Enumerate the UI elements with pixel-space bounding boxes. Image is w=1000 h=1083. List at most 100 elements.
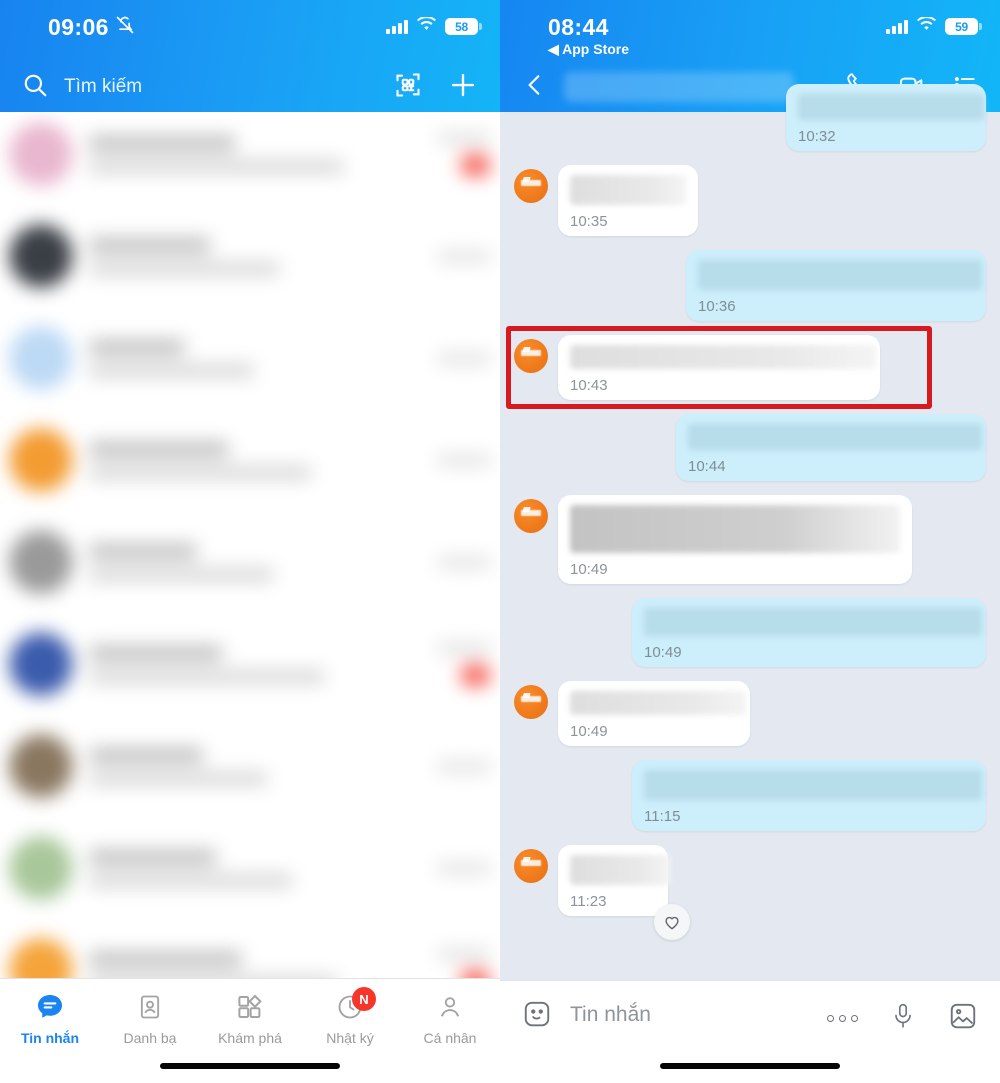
outgoing-message[interactable]: 10:49 — [514, 598, 986, 667]
contact-card-icon — [136, 990, 164, 1024]
conversation-name — [88, 951, 242, 967]
outgoing-message[interactable]: 11:15 — [514, 760, 986, 831]
message-text — [688, 424, 982, 450]
message-bubble[interactable]: 10:35 — [558, 165, 698, 236]
message-text — [698, 260, 982, 290]
message-timestamp: 11:15 — [644, 808, 681, 825]
outgoing-message[interactable]: 10:32 — [514, 84, 986, 151]
message-timestamp: 10:49 — [570, 723, 608, 740]
search-icon[interactable] — [22, 72, 48, 103]
conversation-name — [88, 747, 204, 763]
avatar — [9, 632, 73, 696]
conversation-row[interactable] — [0, 715, 500, 817]
message-bubble[interactable]: 11:23 — [558, 845, 690, 940]
conversation-meta — [423, 352, 491, 364]
tab-label: Khám phá — [218, 1030, 282, 1046]
conversation-text — [88, 849, 407, 887]
cellular-signal-icon — [386, 19, 408, 34]
message-timestamp: 10:32 — [798, 128, 836, 145]
conversation-timestamp — [437, 642, 491, 654]
message-text — [644, 608, 982, 636]
conversation-row[interactable] — [0, 613, 500, 715]
incoming-message[interactable]: 10:43 — [514, 335, 986, 400]
incoming-message[interactable]: 10:35 — [514, 165, 986, 236]
message-bubble[interactable]: 10:36 — [686, 250, 986, 321]
conversation-meta — [423, 760, 491, 772]
clock-icon: N — [336, 987, 376, 1024]
message-text — [570, 505, 900, 553]
conversation-meta — [423, 642, 491, 686]
tab-ca-nhan[interactable]: Cá nhân — [400, 990, 500, 1046]
emoji-face-icon[interactable] — [522, 999, 552, 1034]
conversation-meta — [423, 948, 491, 978]
tab-danh-ba[interactable]: Danh bạ — [100, 990, 200, 1046]
conversation-text — [88, 951, 407, 978]
message-bubble[interactable]: 10:32 — [786, 84, 986, 151]
conversation-preview — [88, 363, 255, 377]
wifi-icon — [917, 16, 936, 36]
conversation-timestamp — [437, 556, 491, 568]
conversation-row[interactable] — [0, 817, 500, 919]
conversation-row[interactable] — [0, 112, 500, 205]
avatar — [514, 169, 548, 203]
avatar — [514, 499, 548, 533]
conversation-list[interactable] — [0, 112, 500, 978]
chat-bubble-icon — [34, 990, 66, 1024]
dual-screenshot-container: 09:06 58 Tìm kiếm Tin nhắn Danh bạ Khám … — [0, 0, 1000, 1083]
conversation-row[interactable] — [0, 919, 500, 978]
conversation-name — [88, 135, 236, 151]
message-thread[interactable]: 10:32 10:35 10:36 10:43 10:44 10:49 10:49 10:49… — [500, 84, 1000, 980]
conversation-timestamp — [437, 132, 491, 144]
avatar — [514, 339, 548, 373]
tab-nhat-ky[interactable]: N Nhật ký — [300, 987, 400, 1046]
message-bubble[interactable]: 11:15 — [632, 760, 986, 831]
message-bubble[interactable]: 10:49 — [558, 495, 912, 584]
tab-label: Nhật ký — [326, 1030, 374, 1046]
outgoing-message[interactable]: 10:36 — [514, 250, 986, 321]
conversation-preview — [88, 567, 274, 581]
home-indicator — [160, 1063, 340, 1069]
message-bubble[interactable]: 10:49 — [558, 681, 750, 746]
more-dots-icon[interactable] — [827, 1015, 858, 1022]
message-input-bar[interactable]: Tin nhắn — [500, 980, 1000, 1083]
incoming-message[interactable]: 11:23 — [514, 845, 986, 940]
heart-icon[interactable] — [654, 904, 690, 940]
conversation-row[interactable] — [0, 511, 500, 613]
message-bubble[interactable]: 10:44 — [676, 414, 986, 481]
home-indicator — [660, 1063, 840, 1069]
battery-level: 59 — [955, 19, 968, 34]
message-timestamp: 11:23 — [570, 893, 607, 910]
qr-scan-icon[interactable] — [394, 71, 422, 104]
avatar — [9, 122, 73, 186]
message-bubble[interactable]: 10:49 — [632, 598, 986, 667]
search-input[interactable]: Tìm kiếm — [64, 76, 378, 98]
outgoing-message[interactable]: 10:44 — [514, 414, 986, 481]
image-icon[interactable] — [948, 1001, 978, 1036]
microphone-icon[interactable] — [890, 1002, 916, 1035]
left-status-bar: 09:06 58 — [0, 0, 500, 62]
conversation-preview — [88, 465, 312, 479]
plus-icon[interactable] — [448, 70, 478, 105]
avatar — [9, 224, 73, 288]
status-right-group: 59 — [886, 14, 982, 36]
conversation-text — [88, 645, 407, 683]
wifi-icon — [417, 16, 436, 36]
message-bubble[interactable]: 10:43 — [558, 335, 880, 400]
conversation-row[interactable] — [0, 205, 500, 307]
message-text — [570, 855, 670, 885]
incoming-message[interactable]: 10:49 — [514, 495, 986, 584]
tab-tin-nhan[interactable]: Tin nhắn — [0, 990, 100, 1046]
avatar — [9, 938, 73, 978]
status-left-group: 08:44 ◀ App Store — [522, 14, 629, 58]
tab-kham-pha[interactable]: Khám phá — [200, 990, 300, 1046]
conversation-row[interactable] — [0, 307, 500, 409]
message-text — [570, 175, 686, 205]
back-to-app-label[interactable]: ◀ App Store — [548, 41, 629, 58]
bottom-tab-bar[interactable]: Tin nhắn Danh bạ Khám phá N Nhật ký Cá n… — [0, 978, 500, 1083]
message-input[interactable]: Tin nhắn — [570, 999, 809, 1027]
conversation-row[interactable] — [0, 409, 500, 511]
conversation-text — [88, 441, 407, 479]
search-bar[interactable]: Tìm kiếm — [0, 62, 500, 112]
incoming-message[interactable]: 10:49 — [514, 681, 986, 746]
conversation-name — [88, 339, 185, 355]
